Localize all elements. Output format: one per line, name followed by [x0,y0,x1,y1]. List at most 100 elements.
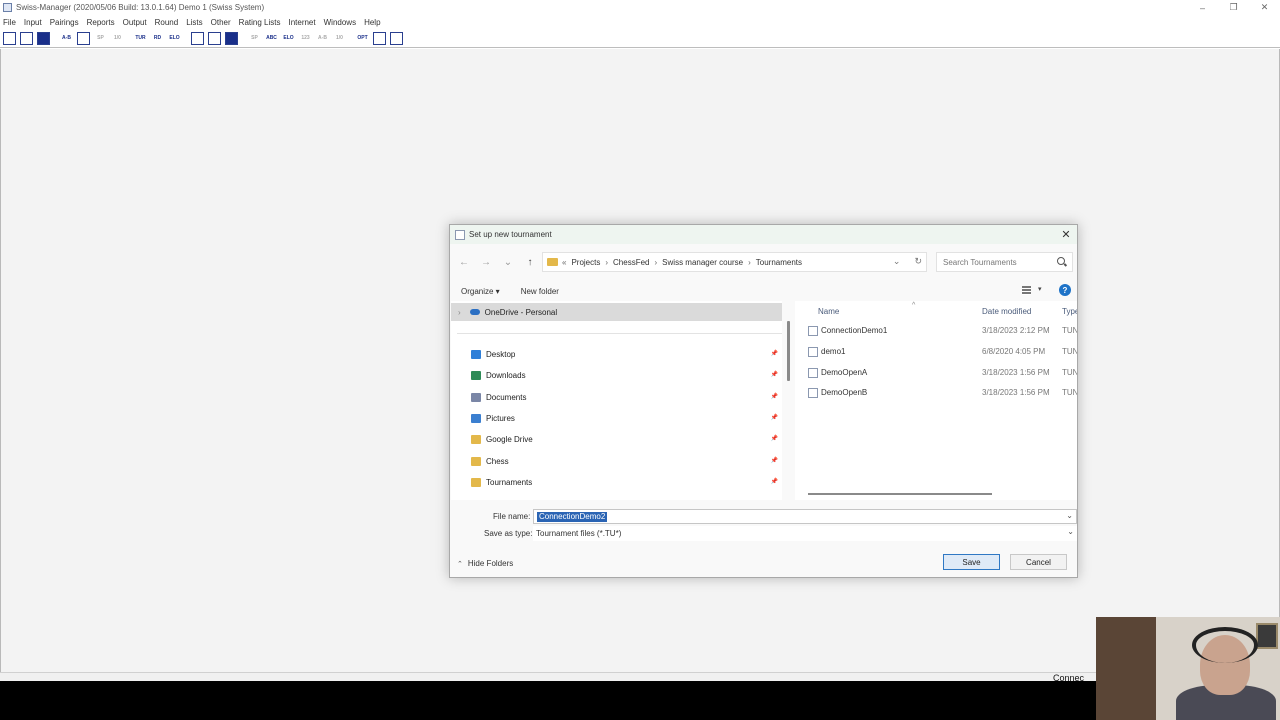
column-header-date[interactable]: Date modified [982,303,1031,319]
pin-icon[interactable]: 📌 [771,435,778,442]
abc-icon[interactable]: ABC [265,32,278,45]
menu-round[interactable]: Round [155,18,179,27]
nav-item-desktop[interactable]: Desktop 📌 [471,345,782,363]
breadcrumb-chessfed[interactable]: ChessFed [613,258,649,267]
file-type: TUN [1062,388,1077,397]
open-folder-icon[interactable] [20,32,33,45]
pin-icon[interactable]: 📌 [771,457,778,464]
export-icon[interactable] [191,32,204,45]
save-icon[interactable] [37,32,50,45]
file-row[interactable]: demo1 6/8/2020 4:05 PM TUN [795,342,1077,362]
pin-icon[interactable]: 📌 [771,371,778,378]
close-app-button[interactable]: ✕ [1249,0,1280,15]
round-icon[interactable]: RD [151,32,164,45]
nav-item-google-drive[interactable]: Google Drive 📌 [471,430,782,448]
pairing2-icon[interactable]: A-B [316,32,329,45]
menu-input[interactable]: Input [24,18,42,27]
back-arrow-icon[interactable]: ← [456,254,472,270]
options-icon[interactable]: OPT [356,32,369,45]
search-icon[interactable] [1057,257,1065,265]
pin-icon[interactable]: 📌 [771,350,778,357]
breadcrumb-tournaments[interactable]: Tournaments [756,258,802,267]
address-bar[interactable]: « Projects › ChessFed › Swiss manager co… [542,252,927,272]
file-name-label: File name: [493,512,531,521]
webcam-headphones [1192,627,1258,663]
breadcrumb-swiss-manager-course[interactable]: Swiss manager course [662,258,743,267]
pin-icon[interactable]: 📌 [771,478,778,485]
info-icon[interactable] [373,32,386,45]
link-icon[interactable] [390,32,403,45]
tournament-icon[interactable]: TUR [134,32,147,45]
chevron-down-icon[interactable]: ⌄ [893,256,901,267]
sp-icon[interactable]: SP [94,32,107,45]
up-arrow-icon[interactable]: ↑ [522,254,538,270]
file-list-scrollbar[interactable] [808,493,992,495]
recent-locations-icon[interactable]: ⌄ [500,254,516,270]
window-controls: – ❐ ✕ [1187,0,1280,15]
menu-help[interactable]: Help [364,18,380,27]
elo2-icon[interactable]: ELO [282,32,295,45]
nav-item-tournaments[interactable]: Tournaments 📌 [471,473,782,491]
nav-item-documents[interactable]: Documents 📌 [471,388,782,406]
copy-icon[interactable] [77,32,90,45]
menu-other[interactable]: Other [211,18,231,27]
help-icon[interactable]: ? [1059,284,1071,296]
column-header-type[interactable]: Type [1062,303,1077,319]
pin-icon[interactable]: 📌 [771,393,778,400]
cancel-button[interactable]: Cancel [1010,554,1067,570]
nav-divider [457,333,782,334]
breadcrumb-overflow[interactable]: « [562,258,566,267]
organize-menu[interactable]: Organize ▾ [461,287,500,296]
results-icon[interactable]: 1/0 [111,32,124,45]
save-button[interactable]: Save [943,554,1000,570]
new-document-icon[interactable] [3,32,16,45]
chevron-down-icon[interactable]: ⌄ [1066,511,1073,520]
rank-icon[interactable]: 123 [299,32,312,45]
menu-reports[interactable]: Reports [87,18,115,27]
refresh-icon[interactable]: ↻ [914,256,922,267]
chevron-down-icon[interactable]: ⌄ [1067,527,1074,536]
dialog-close-button[interactable]: ✕ [1059,227,1073,241]
chevron-up-icon: ⌃ [457,560,463,568]
sp2-icon[interactable]: SP [248,32,261,45]
save-type-select[interactable]: Tournament files (*.TU*) ⌄ [533,526,1077,541]
search-box[interactable]: Search Tournaments [936,252,1073,272]
menu-file[interactable]: File [3,18,16,27]
forward-arrow-icon[interactable]: → [478,254,494,270]
nav-item-chess[interactable]: Chess 📌 [471,452,782,470]
menu-pairings[interactable]: Pairings [50,18,79,27]
print-icon[interactable] [208,32,221,45]
file-row[interactable]: ConnectionDemo1 3/18/2023 2:12 PM TUN [795,321,1077,341]
restore-button[interactable]: ❐ [1218,0,1249,15]
file-name-value: ConnectionDemo2 [537,512,608,522]
nav-item-pictures[interactable]: Pictures 📌 [471,409,782,427]
menu-internet[interactable]: Internet [288,18,315,27]
file-row[interactable]: DemoOpenB 3/18/2023 1:56 PM TUN [795,383,1077,403]
pin-icon[interactable]: 📌 [771,414,778,421]
menu-rating-lists[interactable]: Rating Lists [239,18,281,27]
column-header-name[interactable]: Name ^ [818,302,915,319]
pairing-icon[interactable]: A-B [60,32,73,45]
file-row[interactable]: DemoOpenA 3/18/2023 1:56 PM TUN [795,363,1077,383]
results2-icon[interactable]: 1/0 [333,32,346,45]
elo-icon[interactable]: ELO [168,32,181,45]
view-options-icon[interactable] [1022,286,1031,295]
minimize-button[interactable]: – [1187,0,1218,15]
chevron-down-icon[interactable]: ▾ [1038,285,1042,293]
nav-item-downloads[interactable]: Downloads 📌 [471,366,782,384]
hide-folders-button[interactable]: ⌃ Hide Folders [457,559,513,568]
breadcrumb-projects[interactable]: Projects [571,258,600,267]
nav-pane-scrollbar[interactable] [787,321,790,381]
dialog-footer: ⌃ Hide Folders Save Cancel [450,553,1077,575]
disk-icon[interactable] [225,32,238,45]
menu-output[interactable]: Output [123,18,147,27]
expand-chevron-icon[interactable]: › [458,308,461,317]
file-date: 3/18/2023 2:12 PM [982,326,1050,335]
menu-lists[interactable]: Lists [186,18,202,27]
new-folder-button[interactable]: New folder [521,287,559,296]
nav-item-onedrive[interactable]: › OneDrive - Personal [451,303,782,321]
file-name-input[interactable]: ConnectionDemo2 ⌄ [533,509,1077,524]
app-title: Swiss-Manager (2020/05/06 Build: 13.0.1.… [16,3,265,12]
save-type-label: Save as type: [484,529,533,538]
menu-windows[interactable]: Windows [324,18,356,27]
